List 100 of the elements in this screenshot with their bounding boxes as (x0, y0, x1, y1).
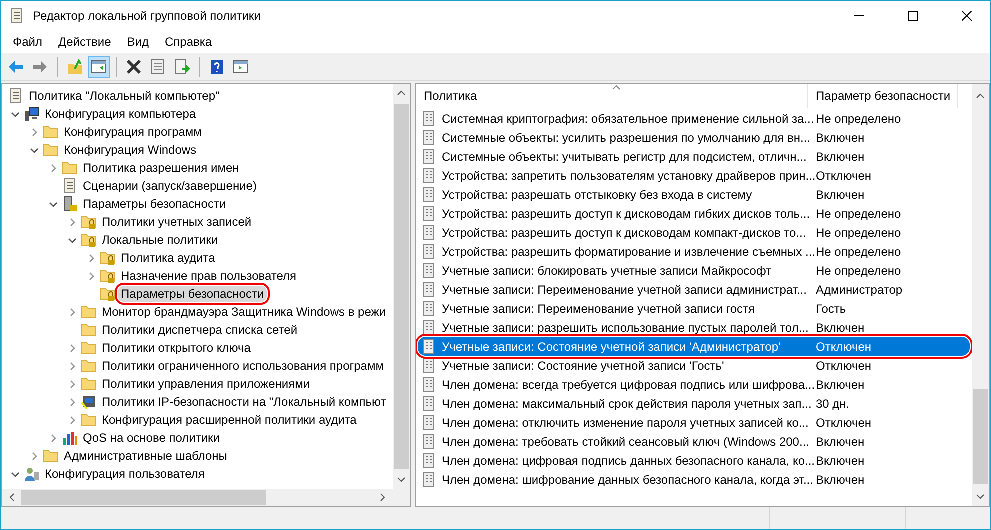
policy-row[interactable]: Член домена: шифрование данных безопасного канала, когда эт... Включен (418, 470, 970, 489)
tree-item[interactable]: Конфигурация расширенной политики аудита (99, 412, 360, 428)
policy-cell-text: Член домена: всегда требуется цифровая подпись или шифрова... (441, 378, 816, 392)
chevron-down-icon[interactable] (10, 470, 20, 478)
setting-cell-text: Включен (816, 434, 866, 448)
policy-row[interactable]: Член домена: требовать стойкий сеансовый ключ (Windows 200... Включен (418, 432, 970, 451)
tree-item[interactable]: Политики диспетчера списка сетей (99, 322, 301, 338)
tree-item[interactable]: Конфигурация программ (61, 124, 205, 140)
policy-icon (421, 110, 437, 126)
chevron-down-icon[interactable] (30, 146, 38, 154)
chevron-right-icon[interactable] (48, 434, 58, 442)
policy-row[interactable]: Устройства: разрешить доступ к дисководам компакт-дисков то... Не определено (418, 223, 970, 242)
policy-cell-text: Член домена: требовать стойкий сеансовый ключ (Windows 200... (441, 434, 810, 448)
horizontal-scrollbar[interactable] (2, 489, 410, 506)
menu-item[interactable]: Справка (157, 35, 220, 49)
policy-row[interactable]: Учетные записи: Состояние учетной записи 'Гость' Отключен (418, 356, 970, 375)
vertical-scrollbar[interactable] (972, 84, 989, 506)
folder-icon (81, 322, 97, 338)
user-icon (24, 466, 40, 482)
policy-row[interactable]: Системная криптография: обязательное применение сильной за...Не определено (418, 109, 970, 128)
setting-cell-text: Администратор (816, 282, 904, 296)
tree-item[interactable]: QoS на основе политики (80, 430, 223, 446)
policy-icon (421, 206, 437, 222)
scroll-down-icon[interactable] (976, 492, 985, 501)
tree-item[interactable]: Параметры безопасности (118, 286, 268, 302)
policy-cell-text: Учетные записи: Переименование учетной записи гостя (441, 302, 756, 316)
chevron-down-icon[interactable] (10, 110, 20, 118)
policy-cell-text: Устройства: запретить пользователям установку драйверов прин... (441, 168, 816, 182)
tree-item[interactable]: Политика аудита (118, 250, 218, 266)
scroll-left-icon[interactable] (8, 493, 17, 502)
tree-item[interactable]: Сценарии (запуск/завершение) (80, 178, 260, 194)
tree-item[interactable]: Конфигурация компьютера (42, 106, 200, 122)
policy-row[interactable]: Системные объекты: учитывать регистр для подсистем, отличн... Включен (418, 147, 970, 166)
tree-item[interactable]: Политики учетных записей (99, 214, 255, 230)
tree-item[interactable]: Назначение прав пользователя (118, 268, 300, 284)
policy-row[interactable]: Учетные записи: Переименование учетной записи гостя Гость (418, 299, 970, 318)
chevron-right-icon[interactable] (68, 218, 76, 226)
policy-cell-text: Член домена: шифрование данных безопасного канала, когда эт... (441, 472, 814, 486)
chevron-right-icon[interactable] (48, 164, 58, 172)
policy-cell-text: Член домена: максимальный срок действия пароля учетных зап... (441, 396, 813, 410)
policy-cell-text: Учетные записи: блокировать учетные записи Майкрософт (441, 264, 773, 278)
chevron-right-icon[interactable] (86, 272, 96, 280)
column-header[interactable]: Политика (416, 84, 808, 108)
scroll-right-icon[interactable] (378, 493, 387, 502)
tree-item[interactable]: Политики открытого ключа (99, 340, 254, 356)
menu-item[interactable]: Действие (50, 35, 120, 49)
scroll-thumb[interactable] (394, 104, 409, 469)
tree-item[interactable]: Политики управления приложениями (99, 376, 314, 392)
chevron-right-icon[interactable] (68, 344, 76, 352)
chevron-right-icon[interactable] (68, 398, 76, 406)
policy-row[interactable]: Устройства: разрешить форматирование и извлечение съемных ...Не определено (418, 242, 970, 261)
tree-item[interactable]: Политики IP-безопасности на "Локальный компьют (99, 394, 390, 410)
tree-item[interactable]: Конфигурация пользователя (42, 466, 208, 482)
tree-item[interactable]: Параметры безопасности (80, 196, 230, 212)
scroll-up-icon[interactable] (397, 89, 406, 98)
policy-row[interactable]: Член домена: всегда требуется цифровая подпись или шифрова...Включен (418, 375, 970, 394)
chevron-right-icon[interactable] (68, 380, 76, 388)
tree-item[interactable]: Политика "Локальный компьютер" (26, 88, 223, 104)
tree-item[interactable]: Локальные политики (99, 232, 222, 248)
chevron-down-icon[interactable] (48, 200, 58, 208)
scroll-up-icon[interactable] (976, 92, 985, 101)
chevron-down-icon[interactable] (68, 236, 76, 244)
maximize-icon (908, 11, 918, 21)
policy-row[interactable]: Учетные записи: Переименование учетной записи администрат... Администратор (418, 280, 970, 299)
tree-item[interactable]: Конфигурация Windows (61, 142, 200, 158)
menu-item[interactable]: Вид (119, 35, 157, 49)
scroll-thumb[interactable] (973, 389, 988, 484)
policy-row[interactable]: Учетные записи: разрешить использование пустых паролей тол... Включен (418, 318, 970, 337)
policy-cell-text: Системные объекты: учитывать регистр для подсистем, отличн... (441, 150, 808, 164)
policy-row[interactable]: Учетные записи: Состояние учетной записи 'Администратор' Отключен (418, 337, 970, 356)
policy-row[interactable]: Член домена: цифровая подпись данных безопасного канала, ко...Включен (418, 451, 970, 470)
vertical-scrollbar[interactable] (393, 84, 410, 489)
folder-icon (81, 304, 97, 320)
scroll-down-icon[interactable] (397, 475, 406, 484)
chevron-right-icon[interactable] (86, 254, 96, 262)
setting-cell-text: Включен (816, 454, 866, 468)
policy-row[interactable]: Член домена: отключить изменение пароля учетных записей ко... Отключен (418, 413, 970, 432)
chevron-right-icon[interactable] (68, 362, 76, 370)
policy-row[interactable]: Устройства: запретить пользователям установку драйверов прин...Отключен (418, 166, 970, 185)
locked-folder-icon (81, 232, 97, 248)
chevron-right-icon[interactable] (30, 128, 38, 136)
scroll-thumb[interactable] (21, 490, 266, 505)
policy-row[interactable]: Устройства: разрешить доступ к дисководам гибких дисков толь... Не определено (418, 204, 970, 223)
policy-cell-text: Член домена: отключить изменение пароля учетных записей ко... (441, 416, 810, 430)
policy-row[interactable]: Устройства: разрешать отстыковку без входа в систему Включен (418, 185, 970, 204)
chevron-right-icon[interactable] (68, 308, 76, 316)
tree-item[interactable]: Монитор брандмауэра Защитника Windows в режи (99, 304, 389, 320)
chevron-right-icon[interactable] (68, 416, 76, 424)
column-header[interactable]: Параметр безопасности (808, 84, 958, 108)
folder-icon (62, 160, 78, 176)
toolbar-button[interactable] (88, 56, 110, 78)
policy-row[interactable]: Член домена: максимальный срок действия пароля учетных зап... 30 дн. (418, 394, 970, 413)
tree-item[interactable]: Политики ограниченного использования программ (99, 358, 387, 374)
menu-item[interactable]: Файл (5, 35, 51, 49)
policy-row[interactable]: Системные объекты: усилить разрешения по умолчанию для вн... Включен (418, 128, 970, 147)
policy-icon (421, 452, 437, 468)
tree-item[interactable]: Политика разрешения имен (80, 160, 242, 176)
tree-item[interactable]: Административные шаблоны (61, 448, 230, 464)
chevron-right-icon[interactable] (30, 452, 38, 460)
policy-row[interactable]: Учетные записи: блокировать учетные записи Майкрософт Не определено (418, 261, 970, 280)
